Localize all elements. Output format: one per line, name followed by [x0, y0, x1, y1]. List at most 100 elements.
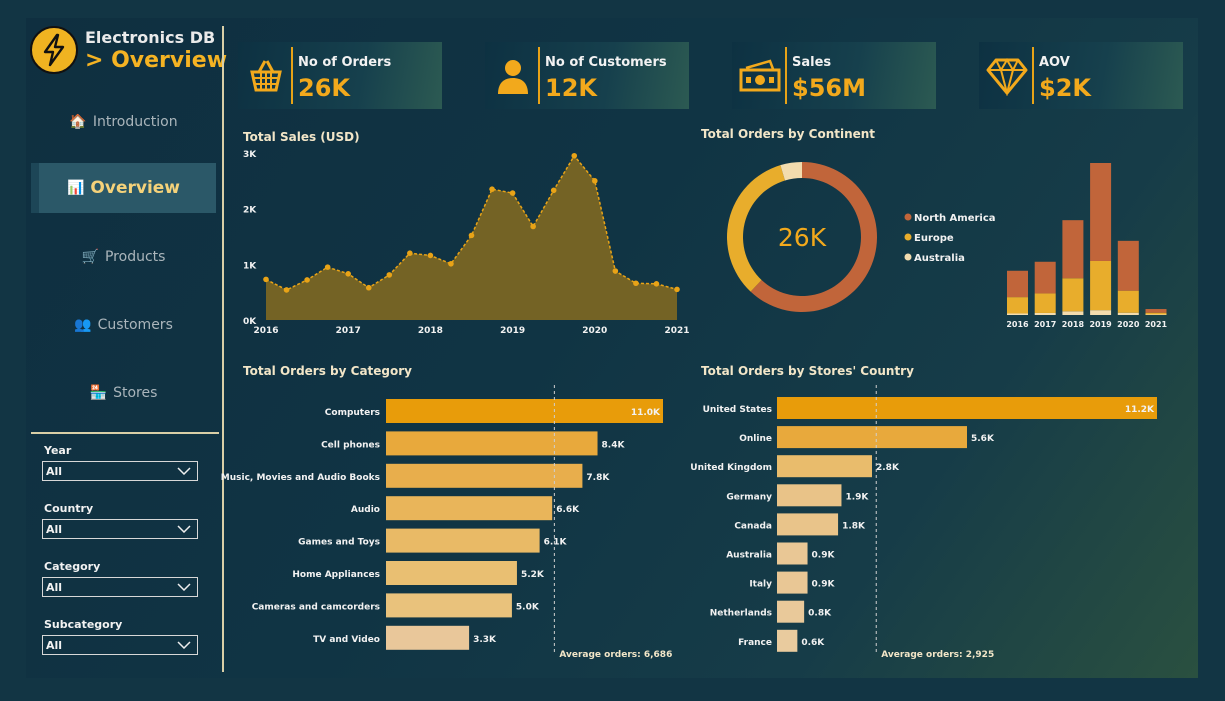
category-label: Canada: [734, 521, 772, 531]
category-label: Cell phones: [321, 440, 380, 450]
x-tick-label: 2019: [1089, 320, 1112, 329]
bar: [777, 426, 967, 449]
x-tick-label: 2017: [1034, 320, 1056, 329]
y-tick-label: 3K: [243, 150, 257, 160]
bar: [777, 455, 872, 478]
charts-layer: 0K1K2K3K2016 2017 2018 2019 2020 2021 26KNort…: [221, 150, 1168, 660]
sales-point: [324, 264, 331, 270]
stacked-bar-segment: [1034, 312, 1056, 315]
country-bar-chart: United States 11.2K Online 5.6K United Kingd…: [690, 385, 1157, 660]
x-tick-label: 2017: [336, 326, 361, 336]
sales-point: [407, 250, 413, 256]
continent-donut-chart: 26K North America Europe Australia: [726, 162, 996, 312]
bar: [777, 600, 805, 623]
bar: [777, 513, 839, 536]
sales-point: [509, 190, 516, 196]
category-label: Italy: [749, 580, 772, 590]
sales-point: [592, 178, 598, 184]
sales-point: [571, 152, 578, 159]
sales-point: [345, 270, 352, 277]
average-label: Average orders: 6,686: [559, 650, 672, 660]
category-label: France: [738, 638, 772, 648]
data-label: 0.9K: [812, 551, 836, 561]
data-label: 0.9K: [812, 580, 836, 590]
bar: [386, 399, 663, 423]
sales-point: [653, 281, 660, 287]
bar: [386, 431, 598, 456]
stacked-bar-segment: [1062, 311, 1084, 315]
sales-point: [612, 268, 619, 274]
sales-point: [550, 187, 557, 194]
data-label: 7.8K: [586, 473, 610, 483]
category-label: Cameras and camcorders: [252, 602, 380, 612]
legend-marker: [904, 253, 912, 261]
x-tick-label: 2018: [418, 326, 443, 336]
category-label: TV and Video: [313, 635, 380, 645]
x-tick-label: 2021: [664, 326, 689, 336]
bar: [386, 561, 517, 585]
stacked-bar-segment: [1034, 261, 1056, 294]
data-label: 6.6K: [556, 505, 580, 515]
bar: [386, 625, 470, 650]
donut-center-label: 26K: [778, 223, 827, 252]
stacked-bar-segment: [1007, 270, 1028, 298]
category-label: Netherlands: [710, 609, 772, 619]
data-label: 0.8K: [808, 609, 832, 619]
bar: [386, 528, 540, 553]
stacked-bar-segment: [1090, 310, 1112, 315]
data-label: 1.9K: [845, 492, 869, 502]
data-label: 11.0K: [631, 408, 661, 418]
data-label: 0.6K: [801, 638, 825, 648]
category-bar-chart: Computers 11.0K Cell phones 8.4K Music, Movi…: [221, 385, 672, 660]
stacked-bar-segment: [1117, 312, 1139, 315]
sales-point: [530, 223, 536, 230]
stacked-bar-segment: [1090, 163, 1112, 261]
x-tick-label: 2016: [1006, 320, 1029, 329]
sales-point: [489, 186, 495, 192]
bar: [777, 571, 808, 594]
sales-point: [427, 252, 434, 259]
data-label: 1.8K: [842, 521, 866, 531]
legend-marker: [904, 213, 912, 221]
stacked-bar-segment: [1062, 278, 1084, 312]
data-label: 11.2K: [1125, 405, 1155, 415]
stacked-bar-segment: [1145, 309, 1167, 313]
data-label: 5.0K: [516, 602, 540, 612]
x-tick-label: 2019: [500, 326, 525, 336]
stacked-bar-segment: [1145, 314, 1167, 315]
data-label: 6.1K: [544, 538, 568, 548]
data-label: 5.2K: [521, 570, 545, 580]
sales-point: [304, 277, 310, 283]
category-label: Music, Movies and Audio Books: [221, 473, 380, 483]
data-label: 3.3K: [473, 635, 497, 645]
y-tick-label: 1K: [243, 261, 257, 271]
x-tick-label: 2020: [1117, 320, 1140, 329]
legend-label: North America: [914, 213, 996, 224]
sales-point: [263, 276, 269, 283]
category-label: Home Appliances: [292, 570, 380, 580]
stacked-bar-segment: [1034, 293, 1056, 313]
donut-slice: [726, 165, 786, 292]
category-label: Online: [739, 434, 772, 444]
bar: [777, 542, 808, 565]
category-label: Computers: [325, 408, 380, 418]
legend-label: Australia: [914, 253, 965, 264]
sales-point: [674, 286, 680, 293]
sales-point: [448, 260, 454, 267]
category-label: Germany: [726, 492, 772, 502]
x-tick-label: 2020: [582, 326, 607, 336]
data-label: 5.6K: [971, 434, 995, 444]
sales-point: [386, 272, 393, 278]
bar: [386, 496, 553, 521]
sales-point: [283, 287, 290, 293]
stacked-bar-segment: [1117, 240, 1139, 291]
bar: [777, 484, 842, 507]
bar: [386, 593, 512, 618]
category-label: United States: [703, 405, 772, 415]
category-label: United Kingdom: [690, 463, 772, 473]
stacked-bar-segment: [1090, 260, 1112, 311]
data-label: 8.4K: [602, 440, 626, 450]
sales-point: [633, 280, 639, 287]
legend-label: Europe: [914, 233, 954, 244]
bar: [386, 463, 583, 488]
